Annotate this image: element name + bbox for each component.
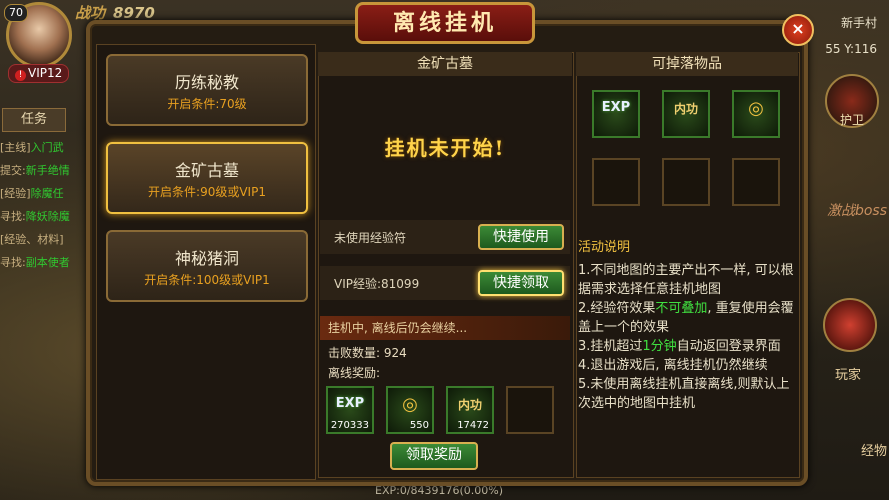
reward-count: 17472	[457, 420, 489, 431]
desc-item: 2.经验符效果不可叠加, 重复使用会覆盖上一个的效果	[578, 301, 794, 335]
guard-label: 护卫	[839, 113, 864, 127]
kill-count: 击败数量: 924	[328, 346, 407, 360]
guard-button[interactable]: 护卫	[825, 74, 879, 128]
reward-count: 550	[409, 420, 429, 431]
unused-exp-label: 未使用经验符	[334, 231, 407, 245]
exp-icon: EXP	[601, 100, 631, 115]
idle-progress-status: 挂机中, 离线后仍会继续...	[320, 316, 570, 340]
quick-claim-button[interactable]: 快捷领取	[478, 270, 564, 296]
skill-icon: 内功	[673, 102, 698, 116]
panel-title: 离线挂机	[355, 2, 535, 44]
vip-exp-label: VIP经验:81099	[334, 277, 420, 291]
close-icon[interactable]: ×	[782, 14, 814, 46]
map-option-name: 历练秘教	[174, 73, 239, 92]
gem-icon[interactable]	[823, 298, 877, 352]
vip-badge[interactable]: ! VIP12	[8, 64, 70, 83]
alert-icon: !	[15, 70, 26, 81]
idle-status-text: 挂机未开始!	[384, 136, 506, 160]
map-option-condition: 开启条件:90级或VIP1	[148, 185, 266, 199]
map-option-gold-tomb[interactable]: 金矿古墓 开启条件:90级或VIP1	[106, 142, 308, 214]
task-line[interactable]: 提交:新手绝情	[0, 159, 85, 182]
map-option-condition: 开启条件:100级或VIP1	[144, 273, 270, 287]
task-line[interactable]: 寻找:副本使者	[0, 251, 85, 274]
task-line[interactable]: [主线]入门武	[0, 136, 85, 159]
drop-slot-coin[interactable]: ◎	[732, 90, 780, 138]
vip-label: VIP12	[28, 66, 63, 80]
reward-slot-coin[interactable]: ◎ 550	[386, 386, 434, 434]
coin-icon: ◎	[402, 394, 418, 415]
map-name: 新手村	[840, 16, 877, 30]
desc-title: 活动说明	[578, 240, 631, 255]
desc-item: 4.退出游戏后, 离线挂机仍然继续	[578, 358, 768, 373]
current-map-title: 金矿古墓	[318, 52, 572, 76]
reward-slot-empty	[506, 386, 554, 434]
mail-label[interactable]: 经物	[861, 440, 887, 459]
coin-icon: ◎	[748, 98, 764, 119]
map-option-condition: 开启条件:70级	[167, 97, 247, 111]
reward-slot-skill[interactable]: 内功 17472	[446, 386, 494, 434]
map-option-pig-cave[interactable]: 神秘猪洞 开启条件:100级或VIP1	[106, 230, 308, 302]
drop-slot-empty	[592, 158, 640, 206]
activity-description: 活动说明 1.不同地图的主要产出不一样, 可以根据需求选择任意挂机地图 2.经验…	[578, 238, 794, 413]
desc-item: 1.不同地图的主要产出不一样, 可以根据需求选择任意挂机地图	[578, 263, 794, 297]
map-info: 新手村 55 Y:116	[825, 10, 877, 62]
map-option-training[interactable]: 历练秘教 开启条件:70级	[106, 54, 308, 126]
skill-icon: 内功	[457, 398, 482, 412]
task-line[interactable]: [经验]除魔任	[0, 182, 85, 205]
quick-use-button[interactable]: 快捷使用	[478, 224, 564, 250]
desc-item: 5.未使用离线挂机直接离线,则默认上次选中的地图中挂机	[578, 377, 790, 411]
map-option-name: 金矿古墓	[174, 161, 239, 180]
map-option-name: 神秘猪洞	[174, 249, 239, 268]
map-coords: 55 Y:116	[825, 42, 877, 56]
reward-slot-exp[interactable]: EXP 270333	[326, 386, 374, 434]
tab-tasks[interactable]: 任务	[2, 108, 66, 132]
drop-slot-skill[interactable]: 内功	[662, 90, 710, 138]
player-label[interactable]: 玩家	[835, 364, 861, 383]
player-level: 70	[4, 4, 28, 22]
drop-slot-exp[interactable]: EXP	[592, 90, 640, 138]
reward-label: 离线奖励:	[328, 366, 381, 380]
drops-title: 可掉落物品	[576, 52, 798, 76]
desc-item: 3.挂机超过1分钟自动返回登录界面	[578, 339, 781, 354]
drop-slot-empty	[732, 158, 780, 206]
reward-count: 270333	[330, 420, 369, 431]
exp-icon: EXP	[335, 396, 365, 411]
boss-label[interactable]: 激战boss	[827, 200, 887, 220]
claim-reward-button[interactable]: 领取奖励	[390, 442, 478, 470]
task-line[interactable]: 寻找:降妖除魔	[0, 205, 85, 228]
task-list: [主线]入门武 提交:新手绝情 [经验]除魔任 寻找:降妖除魔 [经验、材料] …	[0, 136, 85, 274]
task-line[interactable]: [经验、材料]	[0, 228, 85, 251]
drop-slot-empty	[662, 158, 710, 206]
